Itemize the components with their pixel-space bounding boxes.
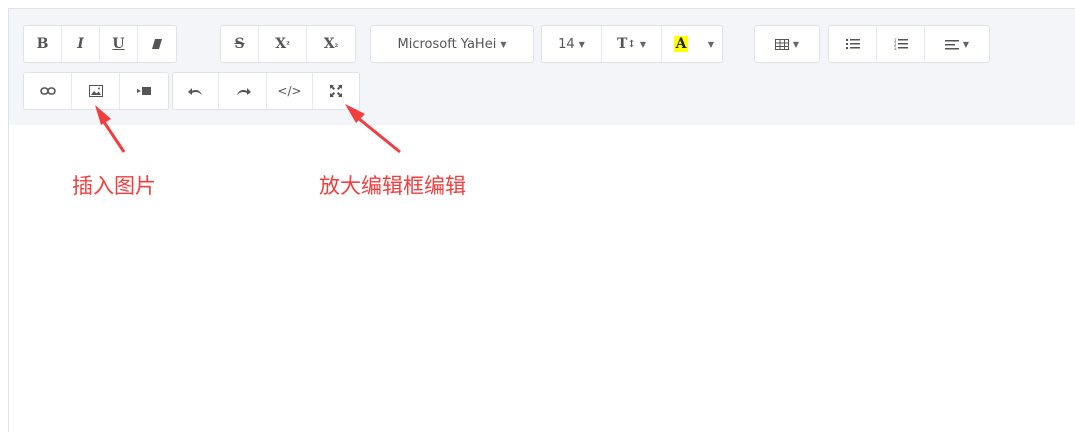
- fullscreen-annotation: 放大编辑框编辑: [319, 174, 466, 198]
- arrow-fullscreen-icon: [357, 116, 401, 154]
- arrow-insert-image-icon: [102, 121, 126, 153]
- arrow-head-insert-image-icon: [95, 105, 111, 125]
- annotation-arrows: [95, 104, 401, 154]
- insert-image-annotation: 插入图片: [72, 174, 156, 198]
